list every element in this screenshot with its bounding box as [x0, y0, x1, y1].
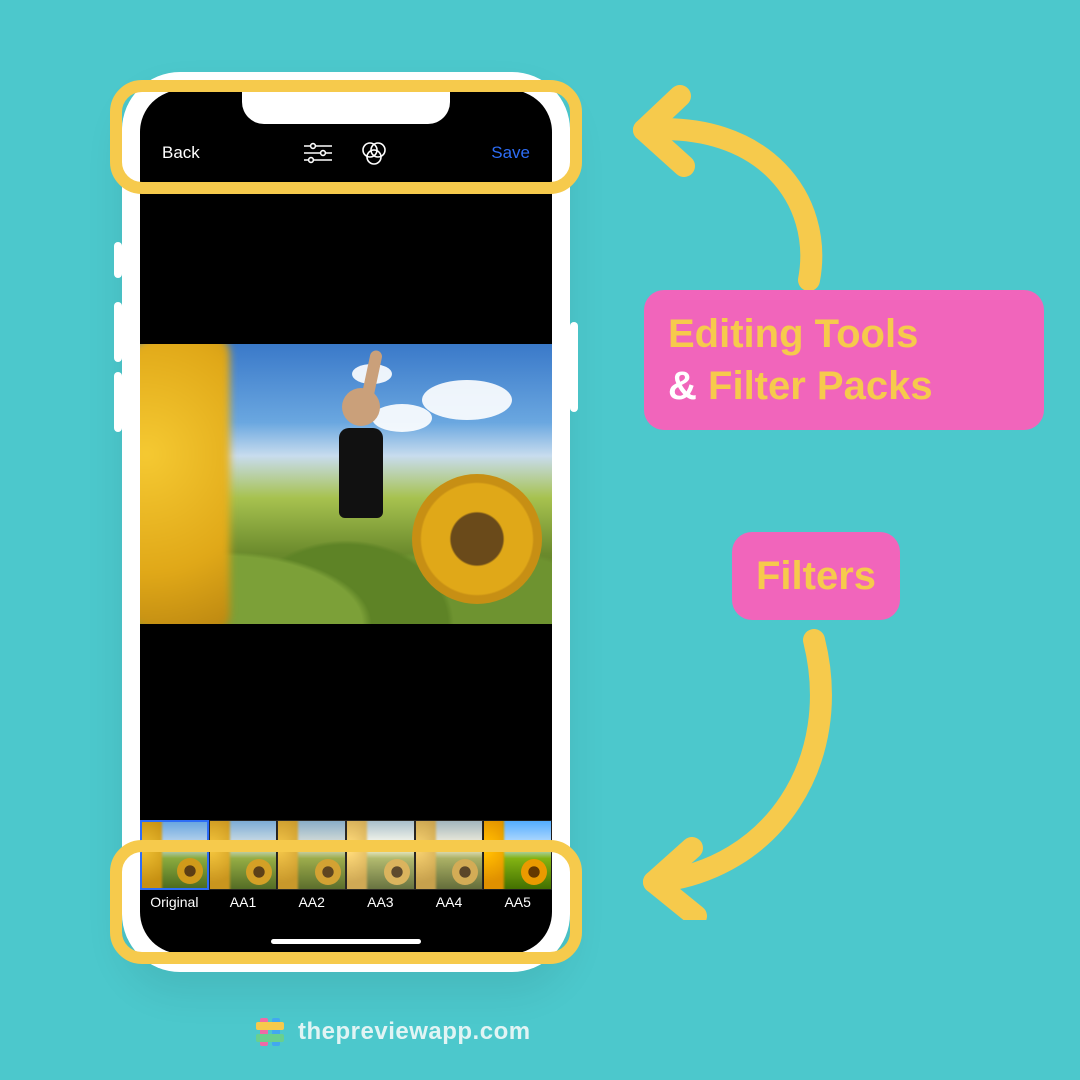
side-button	[114, 242, 122, 278]
side-button	[114, 372, 122, 432]
editing-tools-icon[interactable]	[304, 142, 332, 164]
filter-thumb-aa1[interactable]: AA1	[209, 820, 278, 914]
filter-label: AA4	[436, 894, 462, 910]
filter-label: Original	[150, 894, 198, 910]
back-button[interactable]: Back	[162, 143, 200, 163]
filter-thumb-aa3[interactable]: AA3	[346, 820, 415, 914]
callout-filters: Filters	[732, 532, 900, 620]
editor-navbar: Back Save	[140, 132, 552, 174]
save-button[interactable]: Save	[491, 143, 530, 163]
filter-thumb-aa5[interactable]: AA5	[483, 820, 552, 914]
arrow-to-filters	[584, 620, 864, 920]
logo-icon	[256, 1018, 284, 1046]
footer: thepreviewapp.com	[256, 1018, 531, 1046]
notch	[242, 90, 450, 124]
filter-label: AA2	[298, 894, 324, 910]
phone-screen: Back Save	[140, 90, 552, 954]
side-button	[114, 302, 122, 362]
filter-label: AA5	[504, 894, 530, 910]
filter-packs-icon[interactable]	[360, 140, 388, 166]
photo-preview[interactable]	[140, 344, 552, 624]
filter-strip: Original AA1 AA2 AA3 AA4 AA5	[140, 820, 552, 914]
phone-mockup: Back Save	[122, 72, 570, 972]
home-indicator	[271, 939, 421, 944]
filter-label: AA3	[367, 894, 393, 910]
footer-link[interactable]: thepreviewapp.com	[298, 1018, 531, 1046]
callout-editing-tools: Editing Tools & Filter Packs	[644, 290, 1044, 430]
filter-thumb-aa4[interactable]: AA4	[415, 820, 484, 914]
arrow-to-toolbar	[584, 80, 844, 300]
filter-thumb-aa2[interactable]: AA2	[277, 820, 346, 914]
side-button	[570, 322, 578, 412]
filter-thumb-original[interactable]: Original	[140, 820, 209, 914]
filter-label: AA1	[230, 894, 256, 910]
